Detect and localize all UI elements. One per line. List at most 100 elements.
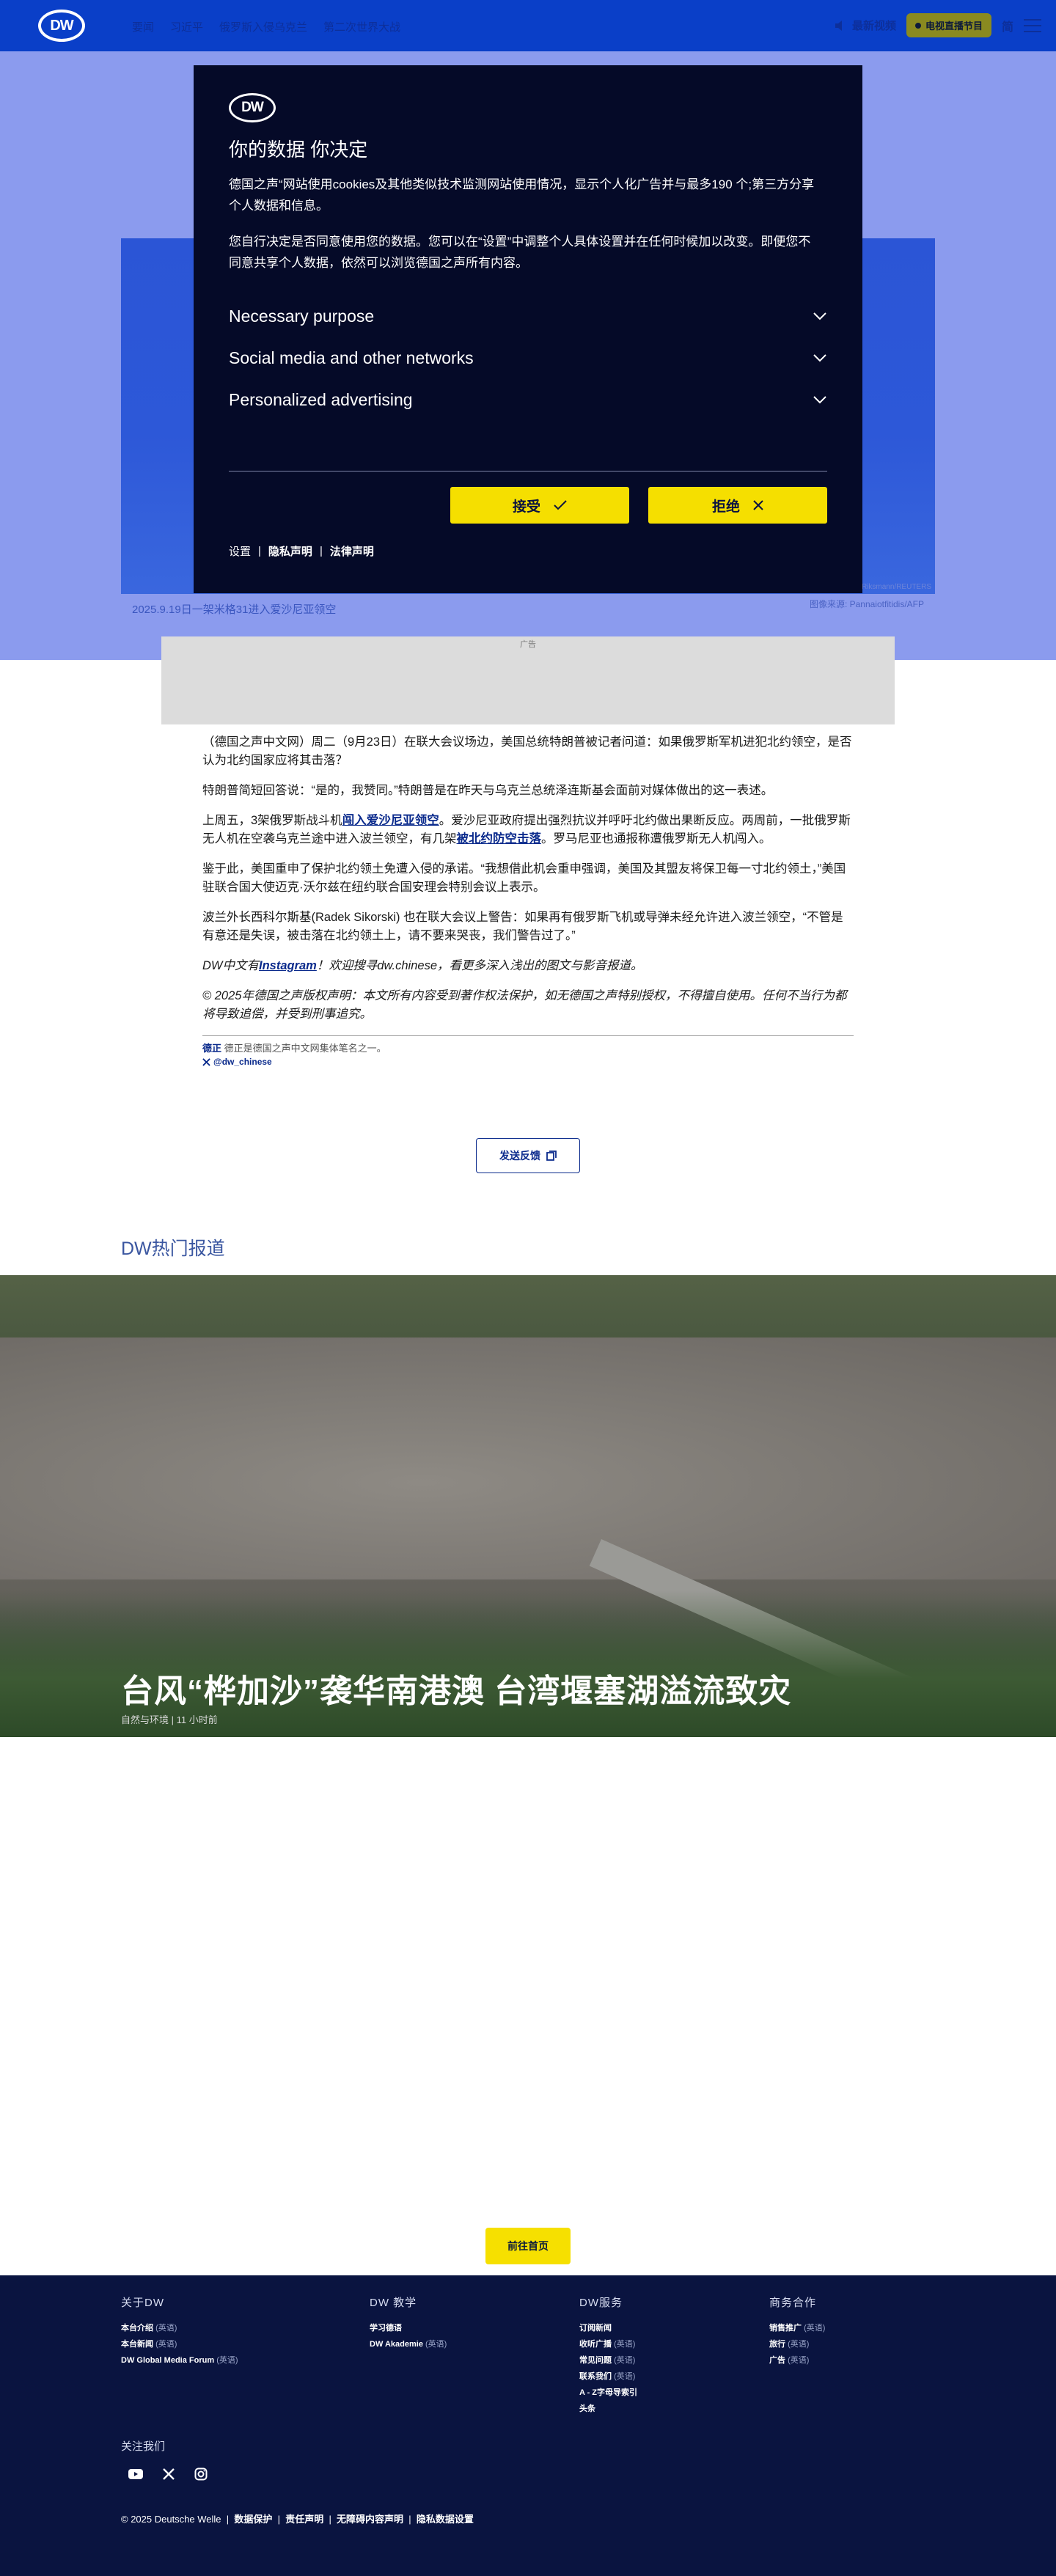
footer-link[interactable]: 广告 (英语) <box>769 2352 825 2368</box>
accept-button[interactable]: 接受 <box>450 487 629 524</box>
consent-item-necessary[interactable]: Necessary purpose <box>229 301 827 331</box>
footer-col-title: DW服务 <box>579 2297 623 2309</box>
twitter-handle: @dw_chinese <box>213 1057 272 1067</box>
link-nato-shootdown[interactable]: 被北约防空击落 <box>457 832 542 845</box>
dialog-title: 你的数据 你决定 <box>229 139 368 161</box>
footer-link[interactable]: 本台介绍 (英语) <box>121 2320 238 2336</box>
hero-credit: 图像来源: Pannaiotfitidis/AFP <box>809 599 924 609</box>
author-name[interactable]: 德正 <box>202 1043 221 1054</box>
menu-icon[interactable] <box>1024 18 1041 32</box>
x-icon <box>202 1057 210 1066</box>
footer-link[interactable]: 旅行 (英语) <box>769 2336 825 2352</box>
article-paragraph: 波兰外长西科尔斯基(Radek Sikorski) 也在联大会议上警告：如果再有… <box>202 911 843 942</box>
dialog-description: 您自行决定是否同意使用您的数据。您可以在“设置”中调整个人具体设置并在任何时候加… <box>229 235 811 270</box>
divider <box>202 1035 854 1036</box>
hero-image-watermark: © Riksmann/REUTERS <box>854 583 931 591</box>
footer-link[interactable]: 常见问题 (英语) <box>579 2352 637 2368</box>
footer-legal-link[interactable]: 隐私数据设置 <box>417 2514 474 2525</box>
chevron-down-icon <box>813 312 826 320</box>
hero-caption: 2025.9.19日一架米格31进入爱沙尼亚领空 <box>132 603 337 616</box>
author-twitter-link[interactable]: @dw_chinese <box>202 1055 854 1068</box>
footer-link[interactable]: A - Z字母导索引 <box>579 2385 637 2401</box>
trending-section-title: DW热门报道 <box>121 1239 225 1259</box>
reject-button[interactable]: 拒绝 <box>648 487 827 524</box>
article-body: （德国之声中文网）周二（9月23日）在联大会议场边，美国总统特朗普被记者问道：如… <box>202 733 854 1068</box>
footer-col-about: 关于DW 本台介绍 (英语) 本台新闻 (英语) DW Global Media… <box>121 2294 238 2368</box>
latest-video-button[interactable]: 最新视频 <box>835 18 896 33</box>
nav-item-headlines[interactable]: 要闻 <box>132 19 154 34</box>
live-dot-icon <box>914 22 921 29</box>
footer-legal-link[interactable]: 责任声明 <box>285 2514 323 2525</box>
separator: | <box>258 545 261 557</box>
chevron-down-icon <box>813 354 826 362</box>
consent-item-advertising[interactable]: Personalized advertising <box>229 385 827 414</box>
trending-meta: 自然与环境 | 11 小时前 <box>121 1714 218 1725</box>
site-footer: 关于DW 本台介绍 (英语) 本台新闻 (英语) DW Global Media… <box>0 2275 1056 2576</box>
nav-item-ww2[interactable]: 第二次世界大战 <box>323 19 400 34</box>
paragraph-text: ！欢迎搜寻dw.chinese，看更多深入浅出的图文与影音报道。 <box>316 959 643 972</box>
article-paragraph: 特朗普简短回答说：“是的，我赞同。”特朗普是在昨天与乌克兰总统泽连斯基会面前对媒… <box>202 784 774 797</box>
footer-link[interactable]: 联系我们 (英语) <box>579 2368 637 2385</box>
privacy-link[interactable]: 隐私声明 <box>268 543 312 559</box>
footer-link[interactable]: 学习德语 <box>370 2320 447 2336</box>
send-feedback-button[interactable]: 发送反馈 <box>476 1138 580 1173</box>
footer-link[interactable]: 本台新闻 (英语) <box>121 2336 238 2352</box>
link-estonia-airspace[interactable]: 闯入爱沙尼亚领空 <box>342 814 439 827</box>
live-tv-label: 电视直播节目 <box>925 21 983 32</box>
go-home-button[interactable]: 前往首页 <box>485 2228 571 2264</box>
legal-link[interactable]: 法律声明 <box>330 543 374 559</box>
footer-link[interactable]: DW Akademie (英语) <box>370 2336 447 2352</box>
footer-link[interactable]: 收听广播 (英语) <box>579 2336 637 2352</box>
footer-link[interactable]: 订阅新闻 <box>579 2320 637 2336</box>
footer-col-title: DW 教学 <box>370 2297 417 2309</box>
follow-us-title: 关注我们 <box>121 2440 166 2453</box>
accept-label: 接受 <box>512 499 540 515</box>
language-switch[interactable]: 简 <box>1002 17 1013 34</box>
image-hills <box>0 1275 1056 1341</box>
dialog-links: 设置 | 隐私声明 | 法律声明 <box>229 543 374 559</box>
footer-col-services: DW服务 订阅新闻 收听广播 (英语) 常见问题 (英语) 联系我们 (英语) … <box>579 2294 637 2417</box>
speaker-icon <box>835 20 842 31</box>
youtube-icon[interactable] <box>128 2469 143 2479</box>
live-tv-button[interactable]: 电视直播节目 <box>906 13 991 37</box>
paragraph-text: 。罗马尼亚也通报称遭俄罗斯无人机闯入。 <box>541 832 771 845</box>
footer-link[interactable]: 头条 <box>579 2401 637 2417</box>
footer-col-business: 商务合作 销售推广 (英语) 旅行 (英语) 广告 (英语) <box>769 2294 825 2368</box>
nav-item-xi-jinping[interactable]: 习近平 <box>170 19 203 34</box>
instagram-icon[interactable] <box>194 2467 208 2481</box>
image-river <box>0 1337 1056 1579</box>
footer-col-title: 商务合作 <box>769 2297 817 2309</box>
feedback-label: 发送反馈 <box>499 1150 540 1162</box>
footer-link[interactable]: 销售推广 (英语) <box>769 2320 825 2336</box>
nav-item-ukraine[interactable]: 俄罗斯入侵乌克兰 <box>219 19 307 34</box>
instagram-promo: DW中文有Instagram！欢迎搜寻dw.chinese，看更多深入浅出的图文… <box>202 957 854 975</box>
ad-label: 广告 <box>520 640 536 649</box>
footer-legal: © 2025 Deutsche Welle | 数据保护 | 责任声明 | 无障… <box>121 2514 474 2525</box>
chevron-down-icon <box>813 396 826 404</box>
footer-legal-link[interactable]: 无障碍内容声明 <box>337 2514 403 2525</box>
author-info: 德正 德正是德国之声中文网集体笔名之一。 <box>202 1042 854 1055</box>
settings-link[interactable]: 设置 <box>229 543 251 559</box>
paragraph-text: 上周五，3架俄罗斯战斗机 <box>202 814 342 827</box>
latest-video-label: 最新视频 <box>851 20 896 32</box>
social-links <box>128 2467 208 2481</box>
consent-item-social-media[interactable]: Social media and other networks <box>229 343 827 373</box>
instagram-link[interactable]: Instagram <box>259 959 317 972</box>
dialog-description: 德国之声“网站使用cookies及其他类似技术监测网站使用情况，显示个人化广告并… <box>229 177 815 213</box>
footer-link[interactable]: DW Global Media Forum (英语) <box>121 2352 238 2368</box>
trending-headline[interactable]: 台风“桦加沙”袭华南港澳 台湾堰塞湖溢流致灾 <box>121 1665 791 1711</box>
site-header: DW 要闻 习近平 俄罗斯入侵乌克兰 第二次世界大战 最新视频 电视直播节目 简 <box>0 0 1056 51</box>
close-icon <box>753 500 763 510</box>
article-paragraph: 鉴于此，美国重申了保护北约领土免遭入侵的承诺。“我想借此机会重申强调，美国及其盟… <box>202 862 846 894</box>
footer-legal-link[interactable]: 数据保护 <box>234 2514 272 2525</box>
author-description: 德正是德国之声中文网集体笔名之一。 <box>224 1043 386 1054</box>
ad-slot: 广告 <box>161 636 895 724</box>
copyright-text: © 2025 Deutsche Welle <box>121 2514 221 2525</box>
footer-col-title: 关于DW <box>121 2297 164 2309</box>
dw-logo[interactable]: DW <box>38 10 85 42</box>
main-nav: 要闻 习近平 俄罗斯入侵乌克兰 第二次世界大战 <box>132 19 400 34</box>
x-icon[interactable] <box>162 2467 175 2481</box>
article-paragraph: 上周五，3架俄罗斯战斗机闯入爱沙尼亚领空。爱沙尼亚政府提出强烈抗议并呼吁北约做出… <box>202 812 854 848</box>
copyright-notice: © 2025年德国之声版权声明：本文所有内容受到著作权法保护，如无德国之声特别授… <box>202 989 847 1021</box>
dw-logo: DW <box>229 93 276 122</box>
